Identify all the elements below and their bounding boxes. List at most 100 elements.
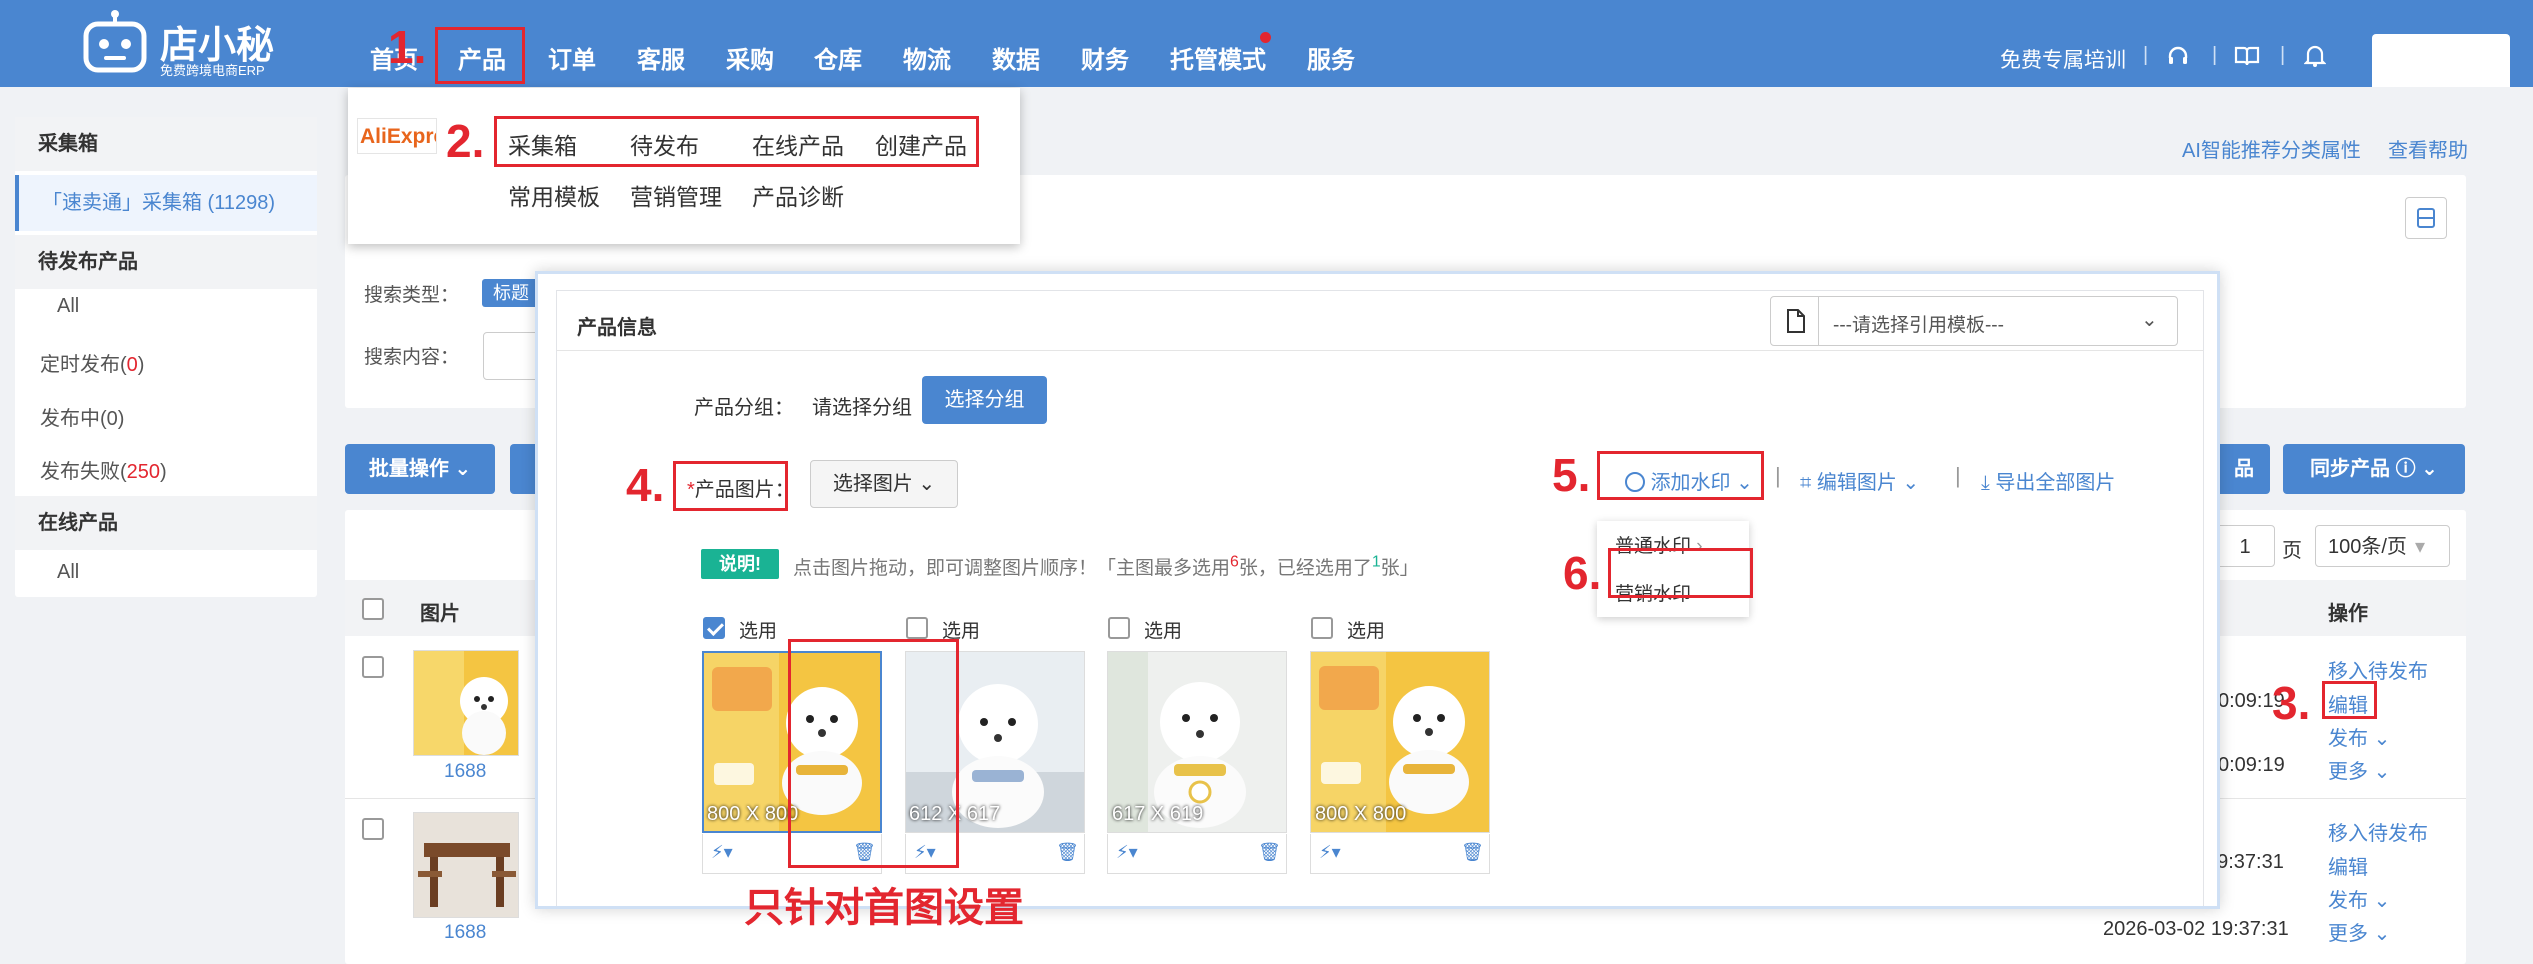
export-images-label: 导出全部图片: [1995, 472, 2116, 494]
toolbar-separator: |: [1955, 463, 1961, 488]
sidebar-item-publishing[interactable]: 发布中(0): [15, 402, 317, 431]
select-all-checkbox[interactable]: [362, 598, 384, 620]
row-checkbox[interactable]: [362, 656, 384, 678]
trash-icon[interactable]: 🗑: [1056, 842, 1079, 863]
document-icon: [1771, 297, 1819, 345]
select-image-button[interactable]: 选择图片 ⌄: [810, 460, 958, 508]
sidebar-item-failed[interactable]: 发布失败(250): [15, 455, 317, 484]
nav-service[interactable]: 客服: [637, 40, 685, 75]
trash-icon[interactable]: 🗑: [1461, 842, 1484, 863]
scheduled-count: 0: [126, 354, 138, 376]
sync-products-button[interactable]: 同步产品 ⓘ ⌄: [2283, 444, 2465, 494]
edit-link[interactable]: 编辑: [2328, 851, 2368, 880]
sync-products-label: 同步产品: [2310, 458, 2391, 480]
export-images-button[interactable]: ⤓ 导出全部图片: [1981, 466, 2115, 495]
publish-dropdown[interactable]: 发布 ⌄: [2328, 722, 2390, 751]
image-select-checkbox[interactable]: [1311, 617, 1333, 639]
magic-wand-icon[interactable]: ⚡▾: [1319, 842, 1341, 863]
search-content-input[interactable]: [483, 332, 543, 380]
image-select-checkbox[interactable]: [906, 617, 928, 639]
publish-dropdown[interactable]: 发布 ⌄: [2328, 884, 2390, 913]
select-group-button[interactable]: 选择分组: [922, 376, 1047, 424]
annotation-box-menu-row: [494, 116, 979, 167]
edit-image-label: 编辑图片: [1816, 472, 1897, 494]
trash-icon[interactable]: 🗑: [1258, 842, 1281, 863]
menu-marketing-management[interactable]: 营销管理: [630, 178, 722, 212]
magic-wand-icon[interactable]: ⚡▾: [1116, 842, 1138, 863]
chevron-down-icon: ⌄: [2421, 458, 2438, 480]
user-account-box[interactable]: [2372, 34, 2510, 87]
product-image[interactable]: [413, 812, 519, 918]
book-icon[interactable]: [2234, 45, 2260, 73]
col-image-header: 图片: [420, 603, 460, 625]
image-select-label: 选用: [1347, 621, 1386, 642]
nav-warehouse[interactable]: 仓库: [814, 40, 862, 75]
failed-paren: ): [160, 461, 167, 483]
chevron-down-icon: ⌄: [2373, 923, 2391, 945]
image-note: 点击图片拖动，即可调整图片顺序！「主图最多选用6张，已经选用了1张」: [793, 553, 1419, 580]
nav-logistics[interactable]: 物流: [903, 40, 951, 75]
search-type-tag[interactable]: 标题: [482, 279, 540, 307]
publish-label: 发布: [2328, 890, 2368, 912]
chevron-down-icon: ⌄: [454, 458, 472, 480]
template-placeholder: ---请选择引用模板---: [1833, 315, 2004, 336]
help-circle-icon: ⓘ: [2395, 458, 2416, 480]
image-select-checkbox[interactable]: [703, 617, 725, 639]
nav-purchase[interactable]: 采购: [726, 40, 774, 75]
annotation-box-add-watermark: [1597, 451, 1764, 500]
row-time: 0:09:19: [2218, 754, 2285, 776]
row-checkbox[interactable]: [362, 818, 384, 840]
sidebar-item-all[interactable]: All: [15, 295, 317, 318]
page-size-select[interactable]: 100条/页 ▾: [2315, 525, 2450, 567]
row-time: 2026-03-02 19:37:31: [2103, 918, 2289, 940]
source-link[interactable]: 1688: [444, 761, 486, 783]
more-dropdown[interactable]: 更多 ⌄: [2328, 755, 2390, 784]
robot-logo-icon[interactable]: [80, 8, 150, 78]
note-text-2: 张，已经选用了: [1238, 558, 1372, 579]
sidebar-item-scheduled[interactable]: 定时发布(0): [15, 348, 317, 377]
bell-icon[interactable]: [2303, 44, 2327, 74]
group-label: 产品分组：: [694, 397, 794, 419]
move-to-pending-link[interactable]: 移入待发布: [2328, 817, 2428, 846]
nav-managed-mode[interactable]: 托管模式: [1170, 40, 1266, 75]
image-dimensions: 617 X 619: [1112, 803, 1204, 825]
header-separator: |: [2212, 44, 2218, 66]
move-to-pending-link[interactable]: 移入待发布: [2328, 655, 2428, 684]
batch-actions-button[interactable]: 批量操作 ⌄: [345, 444, 495, 494]
chevron-down-icon: ⌄: [2373, 728, 2391, 750]
annotation-box-product-nav: [435, 27, 525, 84]
note-tag: 说明!: [701, 549, 779, 579]
nav-services[interactable]: 服务: [1307, 40, 1355, 75]
sidebar-item-online-all[interactable]: All: [15, 561, 317, 584]
sidebar-section-pending: 待发布产品: [15, 235, 317, 289]
edit-image-button[interactable]: ⌗ 编辑图片 ⌄: [1800, 466, 1919, 495]
more-dropdown[interactable]: 更多 ⌄: [2328, 917, 2390, 946]
free-training-link[interactable]: 免费专属培训: [2000, 44, 2126, 74]
help-link[interactable]: 查看帮助: [2388, 134, 2468, 163]
sidebar-item-aliexpress-collect[interactable]: 「速卖通」采集箱 (11298): [15, 175, 317, 231]
failed-count: 250: [126, 461, 161, 483]
image-select-label: 选用: [1144, 621, 1183, 642]
product-image[interactable]: [413, 650, 519, 756]
aliexpress-platform-tab[interactable]: AliExpress: [357, 118, 437, 154]
magic-wand-icon[interactable]: ⚡▾: [711, 842, 733, 863]
ai-recommend-link[interactable]: AI智能推荐分类属性: [2182, 134, 2361, 163]
nav-orders[interactable]: 订单: [548, 40, 596, 75]
chevron-down-icon: ⌄: [1902, 472, 1920, 494]
layout-toggle-icon[interactable]: [2405, 197, 2447, 239]
headset-icon[interactable]: [2166, 44, 2190, 74]
template-select[interactable]: ---请选择引用模板--- ⌄: [1770, 296, 2178, 346]
chevron-down-icon: ⌄: [2373, 890, 2391, 912]
source-link[interactable]: 1688: [444, 922, 486, 944]
page-number-input[interactable]: 1: [2215, 525, 2275, 567]
publish-label: 发布: [2328, 728, 2368, 750]
nav-data[interactable]: 数据: [992, 40, 1040, 75]
image-select-checkbox[interactable]: [1108, 617, 1130, 639]
annotation-step-3: 3.: [2272, 677, 2311, 729]
nav-finance[interactable]: 财务: [1081, 40, 1129, 75]
menu-product-diagnosis[interactable]: 产品诊断: [752, 178, 844, 212]
batch-actions-label: 批量操作: [368, 458, 449, 480]
menu-common-templates[interactable]: 常用模板: [508, 178, 600, 212]
annotation-step-2: 2.: [446, 115, 485, 167]
select-image-label: 选择图片: [832, 473, 913, 495]
